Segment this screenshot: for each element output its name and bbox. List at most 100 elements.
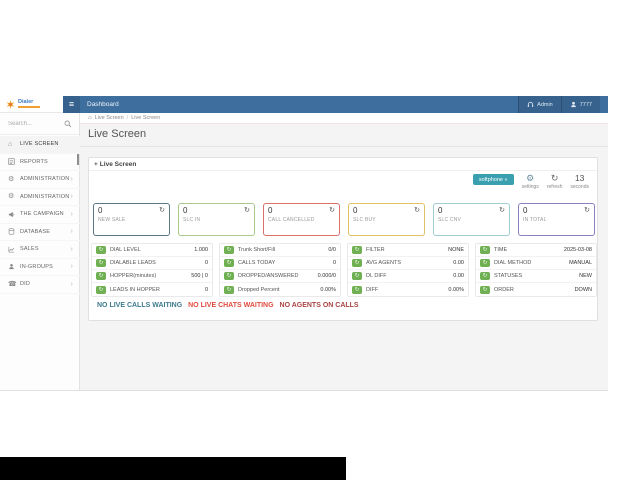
sidebar-item-sales[interactable]: SALES › (0, 241, 80, 259)
sidebar-item-label: DATABASE (20, 229, 50, 235)
settings-label: settings (522, 184, 539, 190)
navbar-title: Dashboard (87, 96, 119, 113)
user-menu-item[interactable]: 7777 (561, 96, 600, 113)
stat-row: ↻ DIALABLE LEADS 0 (92, 257, 212, 270)
stat-row: ↻ FILTER NONE (348, 244, 468, 257)
refresh-badge-icon[interactable]: ↻ (352, 246, 362, 254)
stat-label: AVG AGENTS (366, 260, 453, 266)
softphone-button[interactable]: softphone » (473, 174, 514, 185)
stat-value: 0 (205, 260, 208, 266)
stat-label: CALLS TODAY (238, 260, 333, 266)
breadcrumb-separator: / (127, 115, 129, 121)
stat-box-label: SLC IN (183, 217, 250, 223)
search-input[interactable] (8, 117, 60, 131)
status-no-agents-on-calls: NO AGENTS ON CALLS (280, 302, 359, 309)
refresh-badge-icon[interactable]: ↻ (96, 286, 106, 294)
refresh-badge-icon[interactable]: ↻ (224, 286, 234, 294)
refresh-badge-icon[interactable]: ↻ (480, 246, 490, 254)
refresh-icon[interactable]: ↻ (329, 206, 335, 214)
stat-label: DROPPED/ANSWERED (238, 273, 318, 279)
stat-row: ↻ DL DIFF 0.00 (348, 270, 468, 283)
menu-icon[interactable]: ≡ (63, 96, 80, 113)
stat-value: 2025-03-08 (564, 247, 592, 253)
refresh-badge-icon[interactable]: ↻ (352, 272, 362, 280)
refresh-icon[interactable]: ↻ (499, 206, 505, 214)
gear-icon: ⚙ (522, 174, 539, 183)
stat-label: STATUSES (494, 273, 579, 279)
panel-title: Live Screen (100, 161, 137, 168)
stat-label: DIALABLE LEADS (110, 260, 205, 266)
top-header: Dialer ≡ Dashboard Admin (0, 96, 608, 113)
stat-label: DIAL METHOD (494, 260, 569, 266)
stat-box-value: 0 (98, 207, 165, 215)
refresh-badge-icon[interactable]: ↻ (96, 272, 106, 280)
refresh-icon[interactable]: ↻ (414, 206, 420, 214)
breadcrumb-home[interactable]: Live Screen (95, 115, 124, 121)
stat-label: DIFF (366, 287, 448, 293)
chart-icon (8, 246, 17, 253)
panel-controls: softphone » ⚙ settings ↻ refresh 13 seco… (473, 174, 589, 190)
sidebar-item-label: ADMINISTRATION (20, 176, 69, 182)
stat-value: 500 | 0 (191, 273, 208, 279)
refresh-badge-icon[interactable]: ↻ (96, 259, 106, 267)
chevron-right-icon: › (70, 211, 73, 218)
bullhorn-icon (8, 211, 17, 218)
breadcrumb: ⌂ Live Screen / Live Screen (80, 113, 608, 124)
stats-grid: ↻ DIAL LEVEL 1.000 ↻ DIALABLE LEADS 0 ↻ … (91, 243, 597, 297)
stat-row: ↻ DIAL LEVEL 1.000 (92, 244, 212, 257)
stat-value: 0.000/0 (318, 273, 336, 279)
stats-column-agents: ↻ FILTER NONE ↻ AVG AGENTS 0.00 ↻ DL DIF… (347, 243, 469, 297)
sidebar-item-label: THE CAMPAIGN (20, 211, 64, 217)
stat-row: ↻ DIAL METHOD MANUAL (476, 257, 596, 270)
stat-label: Trunk Short/Fill (238, 247, 328, 253)
stat-value: 0 (333, 260, 336, 266)
refresh-badge-icon[interactable]: ↻ (224, 272, 234, 280)
live-status-line: NO LIVE CALLS WAITING NO LIVE CHATS WAIT… (97, 302, 363, 309)
refresh-badge-icon[interactable]: ↻ (480, 259, 490, 267)
collapse-icon[interactable]: + (94, 161, 98, 168)
content-bottom-edge (0, 390, 608, 391)
stat-value: 0 (205, 287, 208, 293)
sidebar-item-database[interactable]: DATABASE › (0, 224, 80, 242)
stat-box-value: 0 (268, 207, 335, 215)
refresh-badge-icon[interactable]: ↻ (224, 246, 234, 254)
sidebar-item-live-screen[interactable]: ⌂ LIVE SCREEN (0, 136, 80, 154)
navbar: Dashboard Admin 7777 (80, 96, 608, 113)
stat-value: 0.00% (320, 287, 336, 293)
letterbox-bar (0, 457, 346, 480)
sidebar-item-reports[interactable]: REPORTS (0, 154, 80, 172)
refresh-icon[interactable]: ↻ (159, 206, 165, 214)
sidebar-item-administration-2[interactable]: ⚙ ADMINISTRATION › (0, 189, 80, 207)
sidebar-item-in-groups[interactable]: IN-GROUPS › (0, 259, 80, 277)
sidebar-item-administration-1[interactable]: ⚙ ADMINISTRATION › (0, 171, 80, 189)
refresh-badge-icon[interactable]: ↻ (480, 272, 490, 280)
sidebar-item-label: SALES (20, 246, 39, 252)
panel-header: +Live Screen (89, 158, 597, 171)
status-no-calls-waiting: NO LIVE CALLS WAITING (97, 302, 182, 309)
stat-box-slc-in: 0 ↻ SLC IN (178, 203, 255, 236)
title-divider (80, 146, 608, 147)
stat-box-label: IN TOTAL (523, 217, 590, 223)
refresh-badge-icon[interactable]: ↻ (352, 259, 362, 267)
stats-column-settings: ↻ TIME 2025-03-08 ↻ DIAL METHOD MANUAL ↻… (475, 243, 597, 297)
stat-value: NONE (448, 247, 464, 253)
refresh-label: refresh (547, 184, 563, 190)
chevron-right-icon: › (70, 263, 73, 270)
breadcrumb-current: Live Screen (131, 115, 160, 121)
refresh-badge-icon[interactable]: ↻ (352, 286, 362, 294)
refresh-icon[interactable]: ↻ (584, 206, 590, 214)
refresh-control[interactable]: ↻ refresh (547, 174, 563, 190)
chevron-right-icon: › (70, 281, 73, 288)
admin-menu-item[interactable]: Admin (518, 96, 561, 113)
stat-box-value: 0 (438, 207, 505, 215)
chevron-right-icon: › (70, 228, 73, 235)
refresh-badge-icon[interactable]: ↻ (96, 246, 106, 254)
refresh-badge-icon[interactable]: ↻ (224, 259, 234, 267)
refresh-badge-icon[interactable]: ↻ (480, 286, 490, 294)
sidebar-item-did[interactable]: ☎ DID › (0, 276, 80, 294)
settings-control[interactable]: ⚙ settings (522, 174, 539, 190)
refresh-icon[interactable]: ↻ (244, 206, 250, 214)
search-icon[interactable] (64, 120, 72, 128)
stat-box-in-total: 0 ↻ IN TOTAL (518, 203, 595, 236)
sidebar-item-the-campaign[interactable]: THE CAMPAIGN › (0, 206, 80, 224)
